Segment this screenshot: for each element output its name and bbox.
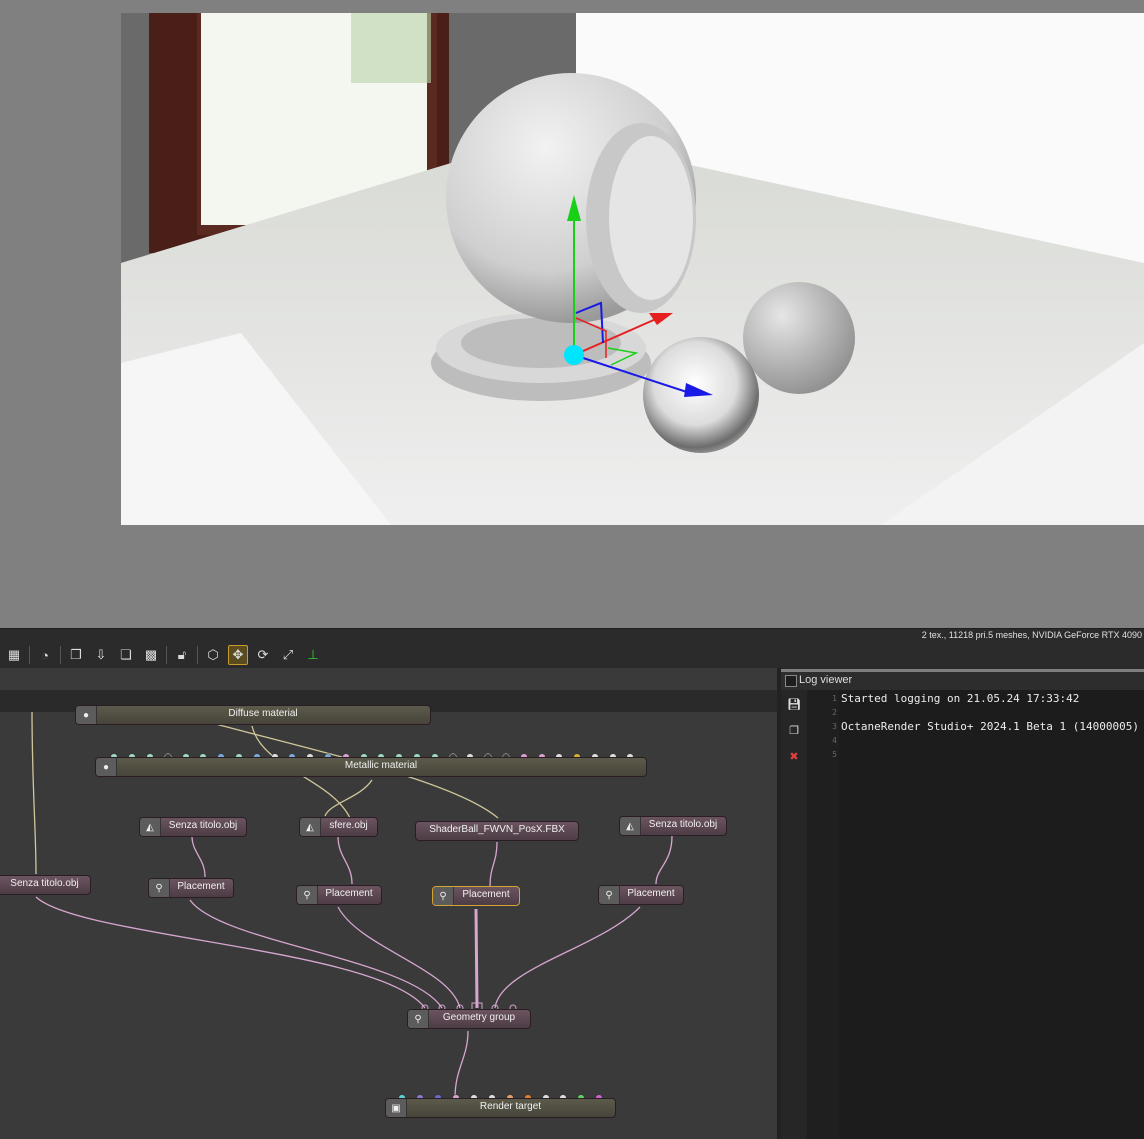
- toolbar-separator: [197, 646, 198, 664]
- copy-icon[interactable]: ❐: [787, 724, 801, 738]
- node-label: ShaderBall_FWVN_PosX.FBX: [429, 824, 565, 835]
- node-label: Placement: [177, 881, 225, 892]
- node-label: Diffuse material: [228, 708, 298, 719]
- node-label: Render target: [479, 1101, 542, 1112]
- node-placement-2[interactable]: ⚲ Placement: [296, 885, 382, 905]
- node-label: Senza titolo.obj: [648, 819, 718, 830]
- log-line: 2: [832, 708, 837, 717]
- lock-icon[interactable]: 🔓︎: [172, 645, 192, 665]
- render-stats: 2 tex., 11218 pri.5 meshes, NVIDIA GeFor…: [921, 630, 1142, 640]
- node-label: Metallic material: [344, 760, 418, 771]
- checker-icon[interactable]: ▩: [141, 645, 161, 665]
- node-placement-4[interactable]: ⚲ Placement: [598, 885, 684, 905]
- placement-icon: ⚲: [149, 879, 170, 897]
- toolbar-separator: [60, 646, 61, 664]
- log-line: 4: [832, 736, 837, 745]
- node-geometry-group[interactable]: ⚲ Geometry group: [407, 1009, 531, 1029]
- log-lines[interactable]: 1 Started logging on 21.05.24 17:33:42 2 …: [807, 692, 1144, 762]
- move-icon[interactable]: ✥: [228, 645, 248, 665]
- render-viewport[interactable]: [0, 0, 1144, 628]
- copy-icon[interactable]: ❐: [66, 645, 86, 665]
- node-render-target[interactable]: ▣ Render target: [385, 1098, 616, 1118]
- clear-icon[interactable]: ✖: [787, 750, 801, 764]
- render-mode-icon[interactable]: ▦: [4, 645, 24, 665]
- node-senza-titolo-left[interactable]: Senza titolo.obj: [0, 875, 91, 895]
- placement-icon: ⚲: [599, 886, 620, 904]
- toolbar-icons: ▦ ◔ ❐ ⇩ ❏ ▩ 🔓︎ ⬡ ✥ ⟳ ⤢ ⊥: [4, 644, 323, 666]
- toolbar-separator: [166, 646, 167, 664]
- node-placement-3-selected[interactable]: ⚲ Placement: [432, 886, 520, 906]
- node-label: Senza titolo.obj: [10, 878, 79, 889]
- placement-icon: ⚲: [297, 886, 318, 904]
- node-senza-titolo-2[interactable]: ◭ Senza titolo.obj: [619, 816, 727, 836]
- render-image[interactable]: [121, 13, 1144, 525]
- log-line: 3 OctaneRender Studio+ 2024.1 Beta 1 (140…: [832, 720, 1140, 733]
- rotate-icon[interactable]: ⟳: [253, 645, 273, 665]
- node-placement-1[interactable]: ⚲ Placement: [148, 878, 234, 898]
- node-label: Placement: [325, 888, 373, 899]
- node-label: Placement: [627, 888, 675, 899]
- node-label: sfere.obj: [329, 820, 368, 831]
- log-viewer-sidebar: 💾︎ ❐ ✖: [781, 690, 807, 1139]
- node-diffuse-material[interactable]: ● Diffuse material: [75, 705, 431, 725]
- node-shaderball-fbx[interactable]: ShaderBall_FWVN_PosX.FBX: [415, 821, 579, 841]
- log-line: 5: [832, 750, 837, 759]
- node-metallic-material[interactable]: ● Metallic material: [95, 757, 647, 777]
- node-label: Placement: [462, 889, 510, 900]
- fit-icon[interactable]: ⤢: [278, 645, 298, 665]
- box-icon[interactable]: ⬡: [203, 645, 223, 665]
- toolbar-separator: [29, 646, 30, 664]
- mesh-icon: ◭: [300, 818, 321, 836]
- scene-render: [121, 13, 1144, 525]
- node-label: Senza titolo.obj: [168, 820, 238, 831]
- save-icon[interactable]: 💾︎: [787, 698, 801, 712]
- layers-icon[interactable]: ❏: [116, 645, 136, 665]
- placement-icon: ⚲: [433, 887, 454, 905]
- material-ball-icon: ●: [76, 706, 97, 724]
- gizmo-center: [564, 345, 584, 365]
- geometry-group-icon: ⚲: [408, 1010, 429, 1028]
- speed-icon[interactable]: ◔: [35, 645, 55, 665]
- node-label: Geometry group: [442, 1012, 516, 1023]
- log-line: 1 Started logging on 21.05.24 17:33:42: [832, 692, 1080, 705]
- log-viewer-checkbox[interactable]: [785, 675, 797, 687]
- mesh-icon: ◭: [140, 818, 161, 836]
- render-target-icon: ▣: [386, 1099, 407, 1117]
- mesh-icon: ◭: [620, 817, 641, 835]
- material-ball-icon: ●: [96, 758, 117, 776]
- log-viewer-title: Log viewer: [799, 674, 853, 686]
- log-viewer-titlebar: Log viewer: [781, 672, 1144, 690]
- axis-icon[interactable]: ⊥: [303, 645, 323, 665]
- node-sfere-obj[interactable]: ◭ sfere.obj: [299, 817, 378, 837]
- import-icon[interactable]: ⇩: [91, 645, 111, 665]
- node-senza-titolo-1[interactable]: ◭ Senza titolo.obj: [139, 817, 247, 837]
